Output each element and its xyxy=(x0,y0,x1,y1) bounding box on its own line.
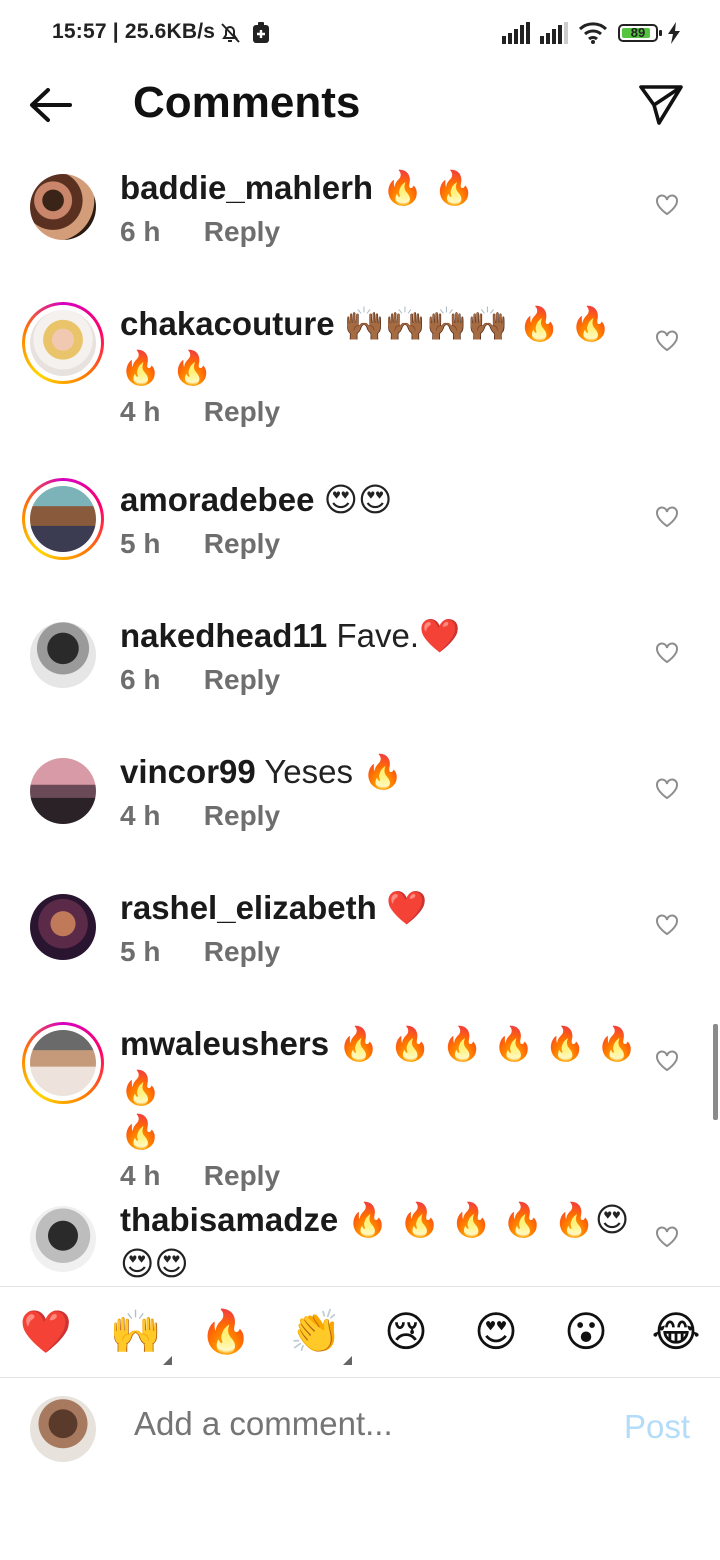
comment-time: 6 h xyxy=(120,664,161,695)
avatar xyxy=(30,1030,96,1096)
comment-item: baddie_mahlerh 🔥 🔥 6 h Reply xyxy=(0,156,720,292)
crying-face-icon[interactable]: 😢 xyxy=(378,1305,434,1359)
signal-icon xyxy=(502,22,530,44)
status-right-icons: 89 xyxy=(502,20,680,46)
comment-username[interactable]: chakacouture xyxy=(120,305,335,342)
reaction-bar: ❤️ 🙌 🔥 👏 😢 😍 😮 😂 xyxy=(0,1286,720,1378)
comment-time: 5 h xyxy=(120,936,161,967)
reply-button[interactable]: Reply xyxy=(204,800,280,831)
like-heart-icon[interactable] xyxy=(654,776,680,800)
charging-icon xyxy=(668,22,680,44)
comment-username[interactable]: rashel_elizabeth xyxy=(120,889,377,926)
signal-icon-2 xyxy=(540,22,568,44)
comment-time: 5 h xyxy=(120,528,161,559)
avatar[interactable] xyxy=(30,622,96,688)
comment-username[interactable]: thabisamadze xyxy=(120,1201,338,1238)
clapping-hands-icon[interactable]: 👏 xyxy=(288,1305,352,1365)
story-ring[interactable] xyxy=(22,478,104,560)
comment-emoji: 🔥 🔥 🔥 🔥 🔥😍 xyxy=(347,1200,630,1239)
status-left-icons xyxy=(218,20,270,46)
page-title: Comments xyxy=(133,78,361,127)
comment-item: chakacouture 🙌🏾🙌🏾🙌🏾🙌🏾 🔥 🔥 🔥 🔥 4 h Reply xyxy=(0,292,720,468)
current-user-avatar xyxy=(30,1396,96,1462)
comment-text: Yeses xyxy=(264,753,354,790)
comment-username[interactable]: mwaleushers xyxy=(120,1025,329,1062)
muted-bell-icon xyxy=(221,23,240,43)
comment-emoji-wrap: 🔥 xyxy=(120,1112,162,1151)
status-bar: 15:57 | 25.6KB/s 89 xyxy=(0,0,720,64)
comment-item: rashel_elizabeth ❤️ 5 h Reply xyxy=(0,876,720,1012)
back-arrow-icon[interactable] xyxy=(26,82,76,128)
comment-username[interactable]: baddie_mahlerh xyxy=(120,169,373,206)
comment-text: Fave. xyxy=(336,617,419,654)
comment-time: 4 h xyxy=(120,800,161,831)
comment-time: 4 h xyxy=(120,396,161,427)
comments-list[interactable]: baddie_mahlerh 🔥 🔥 6 h Reply chakacoutur… xyxy=(0,156,720,1284)
avatar[interactable] xyxy=(30,758,96,824)
reply-button[interactable]: Reply xyxy=(204,216,280,247)
comment-composer: Post xyxy=(0,1378,720,1478)
comment-item: thabisamadze 🔥 🔥 🔥 🔥 🔥😍 😍😍 xyxy=(0,1188,720,1284)
comment-emoji: ❤️ xyxy=(385,888,428,927)
like-heart-icon[interactable] xyxy=(654,1048,680,1072)
send-icon[interactable] xyxy=(638,82,684,128)
scrollbar[interactable] xyxy=(713,1024,718,1120)
raising-hands-icon[interactable]: 🙌 xyxy=(108,1305,172,1365)
comment-emoji: 🔥 🔥 xyxy=(382,168,475,207)
status-time: 15:57 | 25.6KB/s xyxy=(52,20,216,43)
skin-tone-indicator xyxy=(163,1356,172,1365)
header: Comments xyxy=(0,64,720,148)
battery-icon: 89 xyxy=(618,24,662,42)
avatar[interactable] xyxy=(30,894,96,960)
comment-emoji: ❤️ xyxy=(419,616,461,655)
like-heart-icon[interactable] xyxy=(654,640,680,664)
reply-button[interactable]: Reply xyxy=(204,1160,280,1191)
reply-button[interactable]: Reply xyxy=(204,664,280,695)
like-heart-icon[interactable] xyxy=(654,1224,680,1248)
comment-emoji: 🙌🏾🙌🏾🙌🏾🙌🏾 🔥 🔥 xyxy=(343,304,612,343)
reply-button[interactable]: Reply xyxy=(204,396,280,427)
tears-of-joy-icon[interactable]: 😂 xyxy=(648,1305,704,1359)
avatar[interactable] xyxy=(30,1206,96,1272)
like-heart-icon[interactable] xyxy=(654,328,680,352)
wifi-icon xyxy=(578,22,608,44)
comment-item: vincor99 Yeses 🔥 4 h Reply xyxy=(0,740,720,876)
comment-username[interactable]: vincor99 xyxy=(120,753,256,790)
skin-tone-indicator xyxy=(343,1356,352,1365)
notification-icon xyxy=(253,22,269,43)
battery-percent: 89 xyxy=(630,25,646,40)
like-heart-icon[interactable] xyxy=(654,192,680,216)
story-ring[interactable] xyxy=(22,1022,104,1104)
avatar[interactable] xyxy=(30,174,96,240)
comment-username[interactable]: nakedhead11 xyxy=(120,617,327,654)
surprised-face-icon[interactable]: 😮 xyxy=(558,1305,614,1359)
comment-item: amoradebee 😍😍 5 h Reply xyxy=(0,468,720,604)
comment-emoji-wrap: 🔥 🔥 xyxy=(120,348,213,387)
clapping-hands-glyph: 👏 xyxy=(289,1307,343,1356)
avatar xyxy=(30,310,96,376)
like-heart-icon[interactable] xyxy=(654,504,680,528)
comment-emoji: 😍😍 xyxy=(323,480,393,519)
heart-eyes-icon[interactable]: 😍 xyxy=(468,1305,524,1359)
reply-button[interactable]: Reply xyxy=(204,528,280,559)
comment-item: mwaleushers 🔥 🔥 🔥 🔥 🔥 🔥 🔥 🔥 4 h Reply xyxy=(0,1012,720,1191)
like-heart-icon[interactable] xyxy=(654,912,680,936)
red-heart-icon[interactable]: ❤️ xyxy=(18,1305,74,1359)
comment-item: nakedhead11 Fave.❤️ 6 h Reply xyxy=(0,604,720,740)
post-button[interactable]: Post xyxy=(624,1408,690,1446)
raising-hands-glyph: 🙌 xyxy=(109,1307,163,1356)
comment-time: 6 h xyxy=(120,216,161,247)
fire-icon[interactable]: 🔥 xyxy=(198,1305,254,1359)
story-ring[interactable] xyxy=(22,302,104,384)
comment-emoji: 🔥 xyxy=(362,752,404,791)
comment-input[interactable] xyxy=(132,1404,576,1444)
comment-emoji-wrap: 😍😍 xyxy=(120,1244,189,1283)
reply-button[interactable]: Reply xyxy=(204,936,280,967)
comment-username[interactable]: amoradebee xyxy=(120,481,314,518)
avatar xyxy=(30,486,96,552)
